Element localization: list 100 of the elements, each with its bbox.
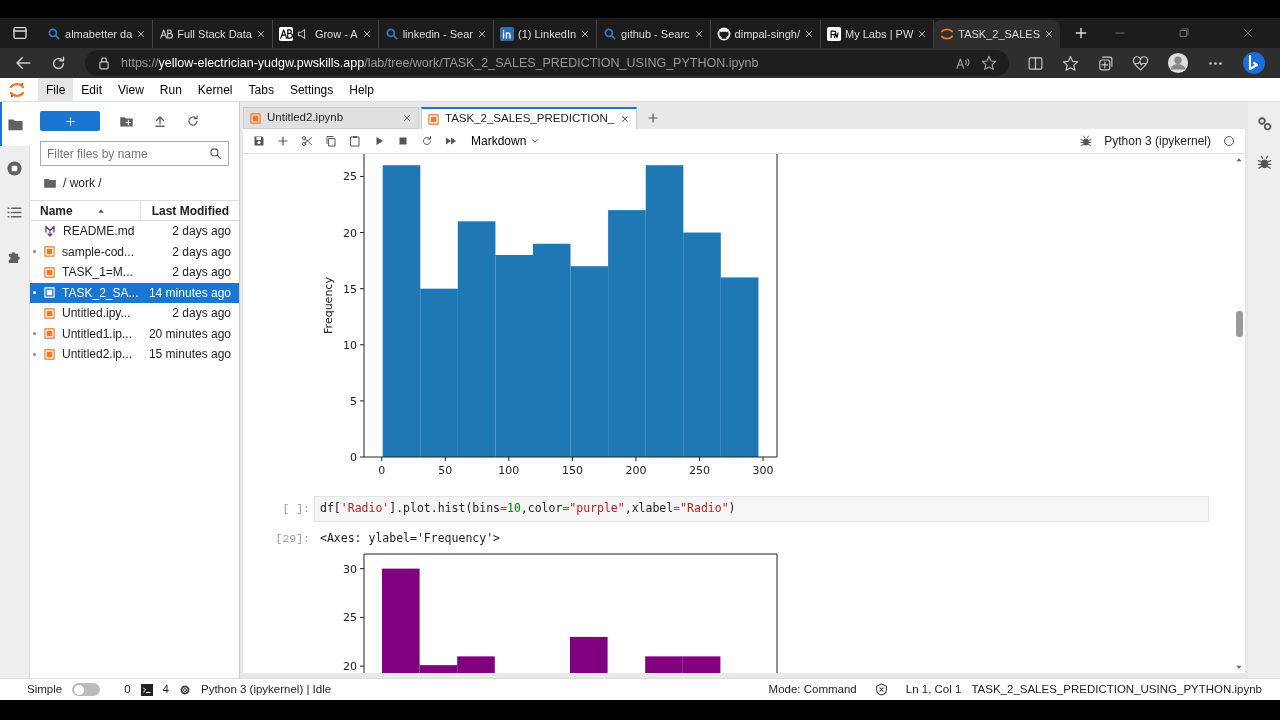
- close-icon[interactable]: [620, 114, 631, 124]
- tick-mark: [699, 456, 700, 462]
- stop-icon[interactable]: [397, 135, 409, 147]
- close-icon[interactable]: [255, 29, 266, 39]
- favorites-icon[interactable]: [1062, 54, 1079, 72]
- scroll-down-icon[interactable]: [1235, 663, 1243, 671]
- bug-icon[interactable]: [1256, 155, 1272, 170]
- notebook-tab[interactable]: Untitled2.ipynb: [243, 107, 419, 129]
- add-cell-icon[interactable]: [277, 135, 289, 147]
- new-tab-icon[interactable]: [1074, 26, 1088, 40]
- tick-label: 0: [378, 464, 386, 477]
- tick-label: 200: [625, 464, 647, 477]
- close-icon[interactable]: [693, 29, 704, 39]
- scrollbar-thumb[interactable]: [1235, 310, 1243, 337]
- file-row[interactable]: Untitled.ipy... 2 days ago: [30, 303, 239, 324]
- tick-label: 25: [343, 170, 357, 184]
- menu-item[interactable]: Run: [151, 77, 190, 102]
- plus-icon: [64, 115, 76, 127]
- close-icon[interactable]: [402, 113, 412, 123]
- paste-icon[interactable]: [349, 135, 361, 147]
- tick-mark: [359, 617, 365, 619]
- menu-item[interactable]: Settings: [281, 77, 342, 102]
- fast-forward-icon[interactable]: [445, 135, 457, 147]
- close-icon[interactable]: [477, 29, 487, 39]
- close-icon[interactable]: [1044, 29, 1054, 39]
- avatar-icon[interactable]: [1167, 52, 1189, 74]
- tick-label: 25: [343, 611, 357, 625]
- mode-indicator[interactable]: Mode: Command: [768, 680, 857, 699]
- jupyter-logo-icon[interactable]: [8, 80, 26, 99]
- breadcrumb-path[interactable]: / work /: [63, 174, 102, 192]
- tick-label: 10: [343, 338, 357, 352]
- sidebar-tab[interactable]: [0, 102, 30, 146]
- file-row[interactable]: Untitled1.ip... 20 minutes ago: [30, 323, 239, 344]
- gear-icon[interactable]: [178, 683, 191, 696]
- jupyter-favicon: [940, 27, 955, 41]
- toggle-switch[interactable]: [72, 683, 101, 696]
- chat-logo-icon[interactable]: [1242, 51, 1266, 75]
- collections-icon[interactable]: [1097, 54, 1114, 72]
- axis-label: Frequency: [322, 277, 335, 334]
- file-row[interactable]: TASK_2_SA... 14 minutes ago: [30, 282, 239, 303]
- cursor-position[interactable]: Ln 1, Col 1: [905, 680, 962, 699]
- close-icon[interactable]: [361, 29, 372, 39]
- kernel-status[interactable]: Python 3 (ipykernel) | Idle: [200, 680, 332, 699]
- kernel-name[interactable]: Python 3 (ipykernel): [1104, 132, 1211, 150]
- notebook-tab[interactable]: TASK_2_SALES_PREDICTION_: [421, 107, 638, 129]
- save-icon[interactable]: [253, 135, 265, 147]
- upload-icon[interactable]: [153, 114, 167, 128]
- tick-label: 20: [343, 660, 357, 673]
- file-row[interactable]: TASK_1=M... 2 days ago: [30, 262, 239, 283]
- read-aloud-icon[interactable]: [955, 55, 971, 71]
- tick-mark: [571, 456, 573, 462]
- tab-actions-icon[interactable]: [12, 25, 28, 41]
- refresh-icon[interactable]: [50, 54, 67, 72]
- menu-item[interactable]: Tabs: [240, 77, 282, 102]
- star-icon[interactable]: [981, 55, 997, 71]
- tick-mark: [762, 456, 764, 462]
- kernel-count[interactable]: 4: [162, 680, 169, 699]
- close-icon[interactable]: [136, 29, 147, 39]
- close-icon[interactable]: [580, 29, 591, 39]
- filter-field[interactable]: Filter files by name: [40, 141, 229, 166]
- split-screen-icon[interactable]: [1027, 54, 1044, 72]
- notebook-file-icon: [44, 266, 55, 278]
- tick-mark: [359, 456, 365, 458]
- code-cell[interactable]: df['Radio'].plot.hist(bins=10,color="purple",xlabel="Radio"): [314, 496, 1209, 522]
- refresh-icon[interactable]: [186, 114, 200, 128]
- folder-icon: [43, 176, 57, 190]
- close-icon[interactable]: [804, 29, 814, 39]
- back-icon[interactable]: [14, 54, 32, 72]
- file-row[interactable]: README.md 2 days ago: [30, 221, 239, 242]
- tick-mark: [359, 175, 365, 177]
- stop-circle-icon: [6, 159, 23, 177]
- close-icon[interactable]: [917, 29, 928, 39]
- restart-icon[interactable]: [421, 135, 433, 147]
- terminal-icon[interactable]: [140, 683, 153, 696]
- gears-icon[interactable]: [1256, 116, 1272, 131]
- shield-icon[interactable]: [874, 683, 888, 696]
- copy-icon[interactable]: [325, 135, 337, 147]
- cut-icon[interactable]: [301, 135, 313, 147]
- menu-item[interactable]: View: [110, 77, 152, 102]
- file-name[interactable]: TASK_2_SALES_PREDICTION_USING_PYTHON.ipynb: [971, 680, 1262, 699]
- heart-icon[interactable]: [1132, 54, 1149, 72]
- cell-type-dropdown[interactable]: Markdown: [469, 132, 543, 150]
- file-row[interactable]: sample-cod... 2 days ago: [30, 241, 239, 262]
- markdown-file-icon: [44, 225, 56, 238]
- browser-tab[interactable]: TASK_2_SALES: [934, 20, 1060, 48]
- bug-icon[interactable]: [1080, 135, 1093, 147]
- linkedin-favicon: [500, 27, 514, 41]
- scroll-up-icon[interactable]: [1235, 156, 1243, 164]
- new-tab-icon[interactable]: [647, 112, 660, 124]
- menu-item[interactable]: Help: [341, 77, 382, 102]
- column-header[interactable]: Last Modified: [141, 201, 239, 220]
- terminal-count[interactable]: 0: [124, 680, 131, 699]
- histogram-bar: [570, 637, 608, 673]
- restore-icon[interactable]: [1178, 27, 1190, 39]
- file-row[interactable]: Untitled2.ip... 15 minutes ago: [30, 344, 239, 365]
- menu-item[interactable]: Edit: [73, 77, 111, 102]
- letters-favicon: [278, 27, 293, 41]
- column-header[interactable]: Name: [40, 201, 73, 220]
- menu-item[interactable]: File: [38, 77, 74, 102]
- menu-item[interactable]: Kernel: [189, 77, 241, 102]
